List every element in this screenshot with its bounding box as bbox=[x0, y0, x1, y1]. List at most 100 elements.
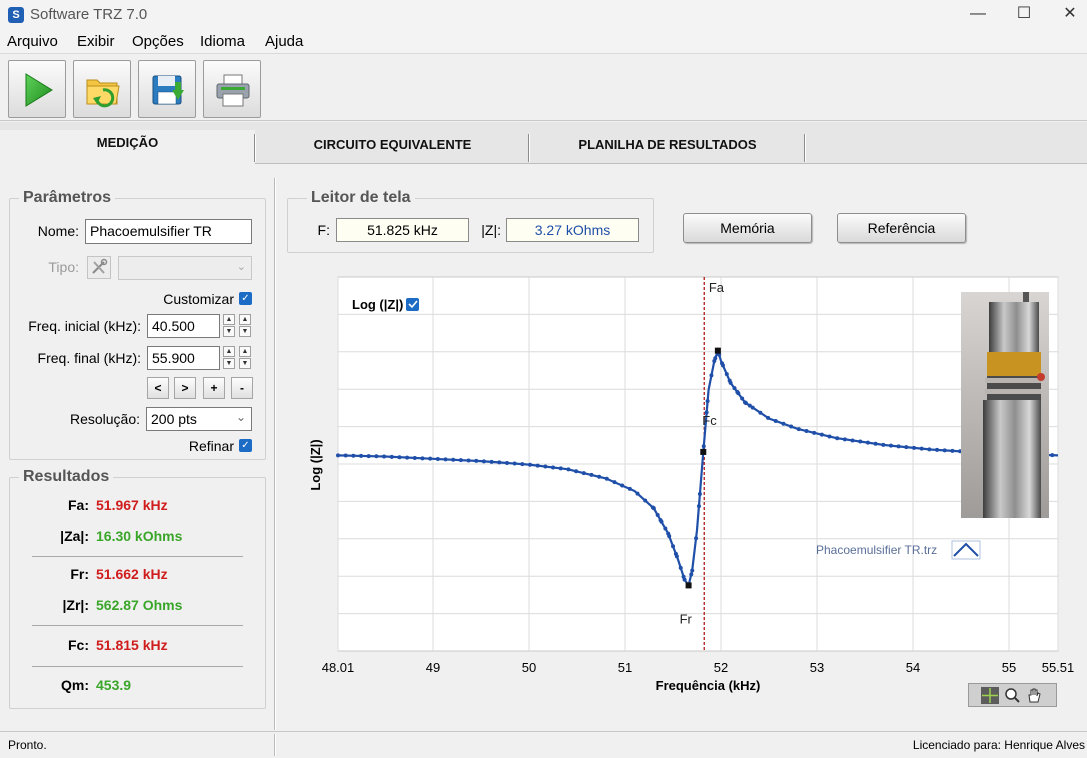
window-title: Software TRZ 7.0 bbox=[30, 6, 148, 23]
shift-left-button[interactable]: < bbox=[147, 377, 169, 399]
tab-planilha-resultados[interactable]: PLANILHA DE RESULTADOS bbox=[531, 132, 804, 164]
series-point bbox=[543, 464, 548, 469]
x-tick-label: 48.01 bbox=[322, 660, 355, 675]
series-point bbox=[481, 459, 486, 464]
series-point bbox=[489, 459, 494, 464]
crosshair-icon bbox=[982, 688, 998, 703]
series-point bbox=[696, 504, 701, 509]
start-measurement-button[interactable] bbox=[8, 60, 66, 118]
open-file-button[interactable] bbox=[73, 60, 131, 118]
series-point bbox=[651, 506, 656, 511]
fc-marker-label: Fc bbox=[702, 413, 717, 428]
series-point bbox=[512, 461, 517, 466]
series-point bbox=[927, 447, 932, 452]
fr-marker-label: Fr bbox=[680, 611, 693, 626]
zoom-out-range-button[interactable]: - bbox=[231, 377, 253, 399]
customizar-checkbox[interactable]: ✓ bbox=[239, 292, 252, 305]
tipo-select[interactable]: ⌄ bbox=[118, 256, 252, 280]
series-point bbox=[504, 460, 509, 465]
menu-arquivo[interactable]: Arquivo bbox=[7, 33, 58, 50]
crosshair-tool-button[interactable] bbox=[981, 687, 999, 704]
zoom-in-range-button[interactable]: + bbox=[203, 377, 225, 399]
marker-point bbox=[685, 582, 692, 589]
series-point bbox=[697, 492, 702, 497]
series-point bbox=[888, 443, 893, 448]
series-point bbox=[351, 453, 356, 458]
series-point bbox=[604, 476, 609, 481]
series-point bbox=[789, 424, 794, 429]
freq-inicial-down[interactable]: ▼ bbox=[223, 326, 235, 337]
freq-final-up[interactable]: ▲ bbox=[223, 346, 235, 357]
reader-f-label: F: bbox=[317, 222, 330, 238]
freq-inicial-up[interactable]: ▲ bbox=[223, 314, 235, 325]
print-button[interactable] bbox=[203, 60, 261, 118]
series-point bbox=[359, 453, 364, 458]
freq-final-down-coarse[interactable]: ▼ bbox=[239, 358, 251, 369]
freq-final-input[interactable]: 55.900 bbox=[147, 346, 220, 370]
pan-tool-button[interactable] bbox=[1025, 687, 1043, 704]
series-point bbox=[612, 480, 617, 485]
freq-final-up-coarse[interactable]: ▲ bbox=[239, 346, 251, 357]
divider bbox=[32, 556, 243, 557]
menu-opcoes[interactable]: Opções bbox=[132, 33, 184, 50]
shift-right-button[interactable]: > bbox=[174, 377, 196, 399]
menu-exibir[interactable]: Exibir bbox=[77, 33, 115, 50]
title-bar: S Software TRZ 7.0 — ☐ ✕ bbox=[0, 0, 1087, 30]
memoria-button[interactable]: Memória bbox=[683, 213, 812, 243]
series-point bbox=[528, 462, 532, 467]
parameters-title: Parâmetros bbox=[19, 189, 116, 207]
freq-final-down[interactable]: ▼ bbox=[223, 358, 235, 369]
series-point bbox=[397, 455, 402, 460]
results-title: Resultados bbox=[19, 468, 114, 486]
freq-inicial-up-coarse[interactable]: ▲ bbox=[239, 314, 251, 325]
x-tick-label: 55.51 bbox=[1042, 660, 1075, 675]
refinar-checkbox[interactable]: ✓ bbox=[239, 439, 252, 452]
freq-final-label: Freq. final (kHz): bbox=[37, 350, 141, 366]
series-point bbox=[701, 444, 706, 449]
freq-inicial-input[interactable]: 40.500 bbox=[147, 314, 220, 338]
reader-z-label: |Z|: bbox=[481, 222, 501, 238]
minimize-button[interactable]: — bbox=[955, 0, 1001, 30]
menu-ajuda[interactable]: Ajuda bbox=[265, 33, 303, 50]
tab-medicao[interactable]: MEDIÇÃO bbox=[0, 130, 255, 166]
maximize-button[interactable]: ☐ bbox=[1001, 0, 1047, 30]
menu-bar: Arquivo Exibir Opções Idioma Ajuda bbox=[0, 30, 1087, 54]
status-bar: Pronto. Licenciado para: Henrique Alves bbox=[0, 731, 1087, 758]
fa-label: Fa: bbox=[68, 497, 89, 513]
resolucao-select[interactable]: 200 pts ⌄ bbox=[146, 407, 252, 431]
freq-inicial-down-coarse[interactable]: ▼ bbox=[239, 326, 251, 337]
save-button[interactable] bbox=[138, 60, 196, 118]
file-legend-label: Phacoemulsifier TR.trz bbox=[816, 543, 937, 557]
zoom-tool-button[interactable] bbox=[1003, 687, 1021, 704]
tipo-tool-button[interactable] bbox=[87, 256, 111, 279]
qm-value: 453.9 bbox=[96, 677, 132, 693]
x-tick-label: 55 bbox=[1002, 660, 1016, 675]
tab-circuito-equivalente[interactable]: CIRCUITO EQUIVALENTE bbox=[257, 132, 528, 164]
zr-label: |Zr|: bbox=[62, 597, 90, 613]
referencia-button[interactable]: Referência bbox=[837, 213, 966, 243]
series-point bbox=[827, 434, 832, 439]
log-z-checkbox[interactable] bbox=[406, 298, 419, 311]
series-point bbox=[804, 428, 809, 433]
series-point bbox=[581, 471, 586, 476]
series-point bbox=[566, 467, 571, 472]
series-point bbox=[724, 372, 729, 377]
x-tick-label: 49 bbox=[426, 660, 440, 675]
license-text: Licenciado para: Henrique Alves bbox=[912, 738, 1085, 752]
nome-input[interactable]: Phacoemulsifier TR bbox=[85, 219, 252, 244]
x-tick-label: 54 bbox=[906, 660, 920, 675]
close-button[interactable]: ✕ bbox=[1047, 0, 1087, 30]
menu-idioma[interactable]: Idioma bbox=[200, 33, 245, 50]
series-point bbox=[842, 437, 847, 442]
resolucao-label: Resolução: bbox=[69, 411, 140, 427]
series-point bbox=[1050, 453, 1055, 458]
series-point bbox=[747, 403, 752, 408]
series-point bbox=[558, 466, 563, 471]
series-point bbox=[781, 421, 786, 426]
series-point bbox=[659, 519, 664, 524]
fr-value: 51.662 kHz bbox=[96, 566, 168, 582]
series-point bbox=[740, 396, 745, 401]
legend-line-icon bbox=[951, 540, 981, 560]
nome-label: Nome: bbox=[37, 223, 79, 239]
za-value: 16.30 kOhms bbox=[96, 528, 183, 544]
